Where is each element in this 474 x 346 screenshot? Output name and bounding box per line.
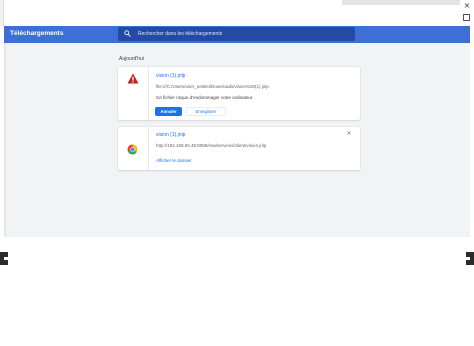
titlebar-strip <box>342 0 460 5</box>
taskbar-mark-right <box>466 257 470 260</box>
chrome-icon <box>127 144 138 155</box>
window-frame-left <box>0 0 4 26</box>
taskbar-mark-left <box>4 257 8 260</box>
window-restore-button[interactable] <box>463 14 470 21</box>
date-header: Aujourd'hui <box>119 56 144 62</box>
file-name-link[interactable]: vision (1).jnlp <box>156 132 185 138</box>
file-name-link[interactable]: vision (1).jnlp <box>156 73 185 79</box>
window-close-button[interactable]: × <box>462 1 472 11</box>
download-item: vision (1).jnlp file:///C:/Users/user_so… <box>118 67 360 120</box>
danger-warning-text: Ce fichier risque d'endommager votre ord… <box>156 95 254 100</box>
show-in-folder-link[interactable]: Afficher le dossier <box>156 158 192 163</box>
content-left-edge <box>4 43 6 237</box>
warning-triangle-icon <box>127 73 139 84</box>
remove-item-button[interactable]: × <box>345 130 353 138</box>
downloads-list: Aujourd'hui vision (1).jnlp file:///C:/U… <box>4 43 470 237</box>
card-divider <box>148 67 149 120</box>
card-divider <box>148 127 149 170</box>
search-icon <box>124 30 131 37</box>
download-item: vision (1).jnlp http://192.168.60.48:808… <box>118 127 360 170</box>
downloads-toolbar: Téléchargements <box>4 26 470 43</box>
keep-button[interactable]: Enregistrer <box>186 107 226 116</box>
file-location: http://192.168.60.48:8080/esa/services/c… <box>156 143 267 148</box>
cancel-button[interactable]: Annuler <box>155 107 182 116</box>
search-box[interactable] <box>118 27 355 41</box>
file-location: file:///C:/Users/user_sotelei/Downloads/… <box>156 84 269 89</box>
page-title: Téléchargements <box>10 30 64 37</box>
search-input[interactable] <box>138 28 348 40</box>
